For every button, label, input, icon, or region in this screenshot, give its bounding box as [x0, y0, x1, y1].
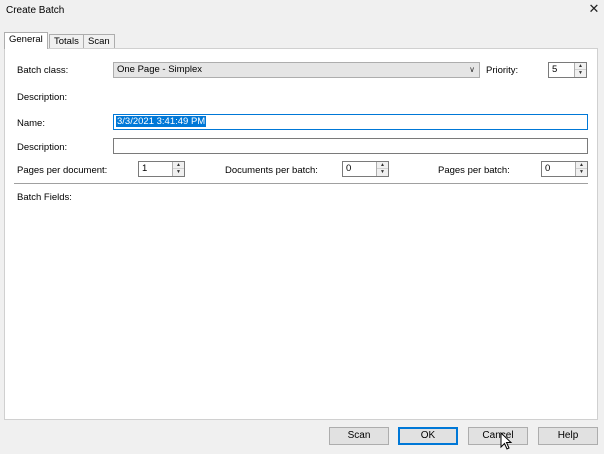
arrow-down-icon[interactable]: ▼ — [576, 169, 587, 176]
mouse-pointer-icon — [500, 432, 513, 450]
arrow-down-icon[interactable]: ▼ — [377, 169, 388, 176]
chevron-down-icon[interactable]: ∨ — [469, 63, 475, 77]
pages-per-document-stepper[interactable]: 1 ▲ ▼ — [138, 161, 185, 177]
pages-per-batch-value[interactable]: 0 — [545, 162, 550, 176]
priority-value[interactable]: 5 — [552, 63, 557, 77]
tab-general[interactable]: General — [4, 32, 48, 49]
pages-per-document-value[interactable]: 1 — [142, 162, 147, 176]
name-label: Name: — [17, 118, 45, 129]
description-label: Description: — [17, 142, 68, 153]
batch-class-dropdown[interactable]: One Page - Simplex ∨ — [113, 62, 480, 78]
pages-per-document-label: Pages per document: — [17, 165, 108, 176]
arrow-up-icon[interactable]: ▲ — [173, 162, 184, 169]
pages-per-batch-label: Pages per batch: — [438, 165, 510, 176]
batch-fields-label: Batch Fields: — [17, 192, 72, 203]
general-panel — [4, 48, 598, 420]
arrow-up-icon[interactable]: ▲ — [377, 162, 388, 169]
close-icon[interactable]: ✕ — [585, 1, 603, 17]
documents-per-batch-label: Documents per batch: — [225, 165, 318, 176]
arrow-down-icon[interactable]: ▼ — [575, 70, 586, 77]
separator — [14, 183, 588, 185]
arrow-up-icon[interactable]: ▲ — [575, 63, 586, 70]
description-field[interactable] — [113, 138, 588, 154]
tab-scan[interactable]: Scan — [83, 34, 115, 49]
scan-button[interactable]: Scan — [329, 427, 389, 445]
documents-per-batch-value[interactable]: 0 — [346, 162, 351, 176]
tab-totals[interactable]: Totals — [49, 34, 84, 49]
name-field[interactable]: 3/3/2021 3:41:49 PM — [113, 114, 588, 130]
description-static-label: Description: — [17, 92, 68, 103]
batch-class-value: One Page - Simplex — [117, 64, 203, 75]
arrow-down-icon[interactable]: ▼ — [173, 169, 184, 176]
batch-class-label: Batch class: — [17, 65, 69, 76]
pages-per-batch-stepper[interactable]: 0 ▲ ▼ — [541, 161, 588, 177]
window-title: Create Batch — [6, 5, 65, 16]
arrow-up-icon[interactable]: ▲ — [576, 162, 587, 169]
documents-per-batch-stepper[interactable]: 0 ▲ ▼ — [342, 161, 389, 177]
priority-label: Priority: — [486, 65, 519, 76]
name-value[interactable]: 3/3/2021 3:41:49 PM — [116, 116, 207, 127]
ok-button[interactable]: OK — [398, 427, 458, 445]
priority-stepper[interactable]: 5 ▲ ▼ — [548, 62, 587, 78]
cancel-button[interactable]: Cancel — [468, 427, 528, 445]
help-button[interactable]: Help — [538, 427, 598, 445]
